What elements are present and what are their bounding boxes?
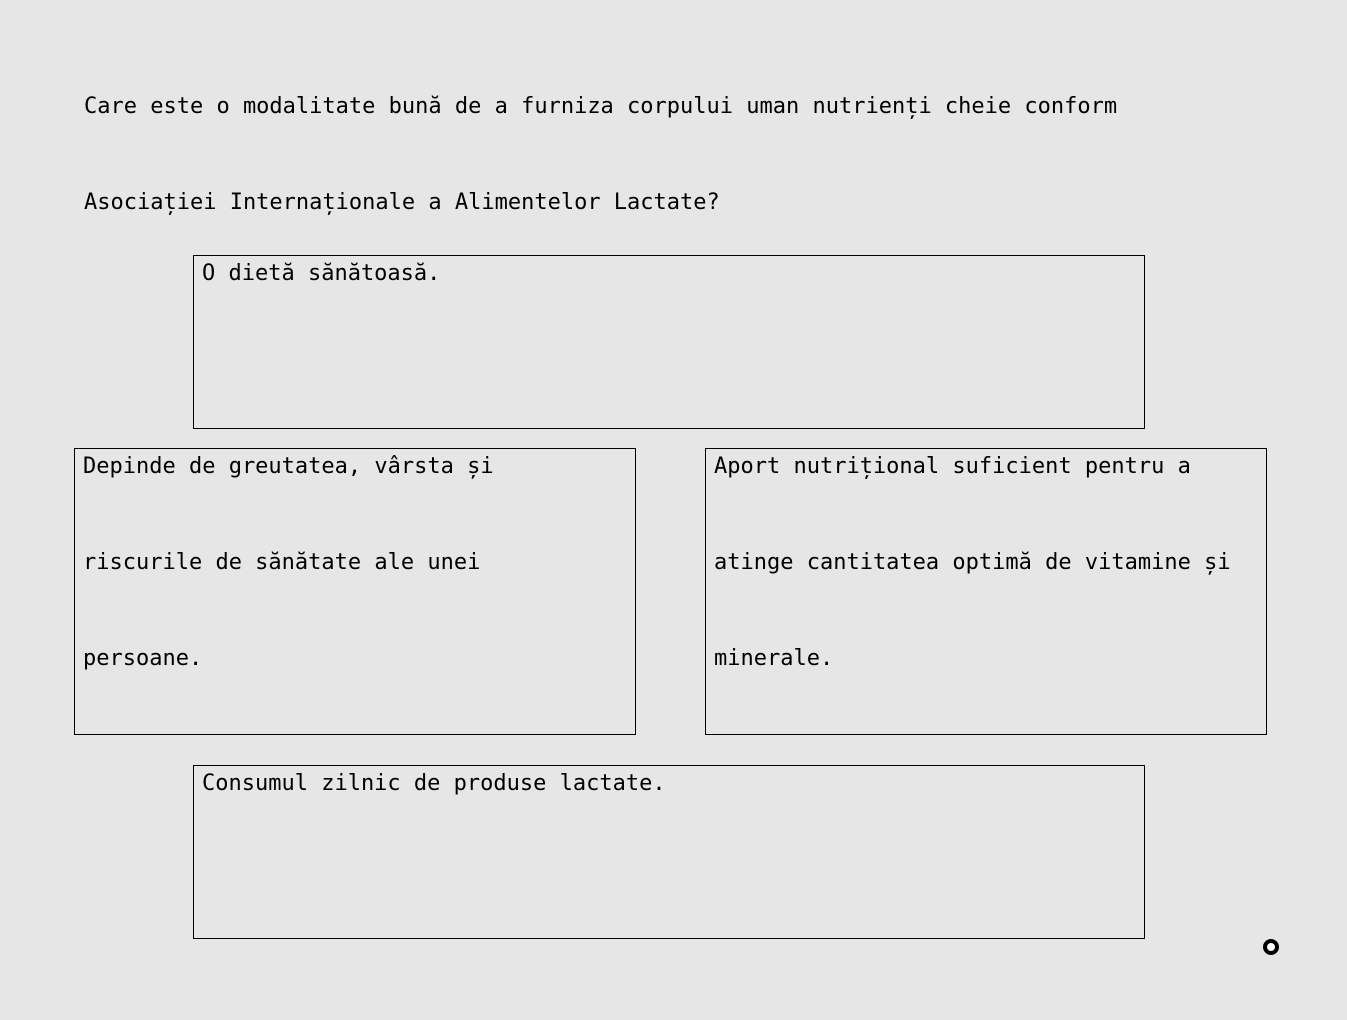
answer-option-b-line-1: Depinde de greutatea, vârsta și xyxy=(83,454,494,479)
answer-option-c-line-3: minerale. xyxy=(714,646,834,671)
question-text: Care este o modalitate bună de a furniza… xyxy=(84,80,1264,272)
question-line-1: Care este o modalitate bună de a furniza… xyxy=(84,94,1118,119)
answer-option-a-text: O dietă sănătoasă. xyxy=(202,261,441,286)
answer-option-c[interactable]: Aport nutrițional suficient pentru a ati… xyxy=(705,448,1267,735)
answer-option-b-line-3: persoane. xyxy=(83,646,203,671)
answer-option-c-line-1: Aport nutrițional suficient pentru a xyxy=(714,454,1191,479)
answer-option-b-line-2: riscurile de sănătate ale unei xyxy=(83,550,481,575)
answer-option-d-text: Consumul zilnic de produse lactate. xyxy=(202,771,666,796)
answer-option-c-line-2: atinge cantitatea optimă de vitamine și xyxy=(714,550,1231,575)
answer-option-a[interactable]: O dietă sănătoasă. xyxy=(193,255,1145,429)
answer-option-d[interactable]: Consumul zilnic de produse lactate. xyxy=(193,765,1145,939)
answer-option-b[interactable]: Depinde de greutatea, vârsta și riscuril… xyxy=(74,448,636,735)
cursor-ring-icon xyxy=(1263,939,1279,955)
